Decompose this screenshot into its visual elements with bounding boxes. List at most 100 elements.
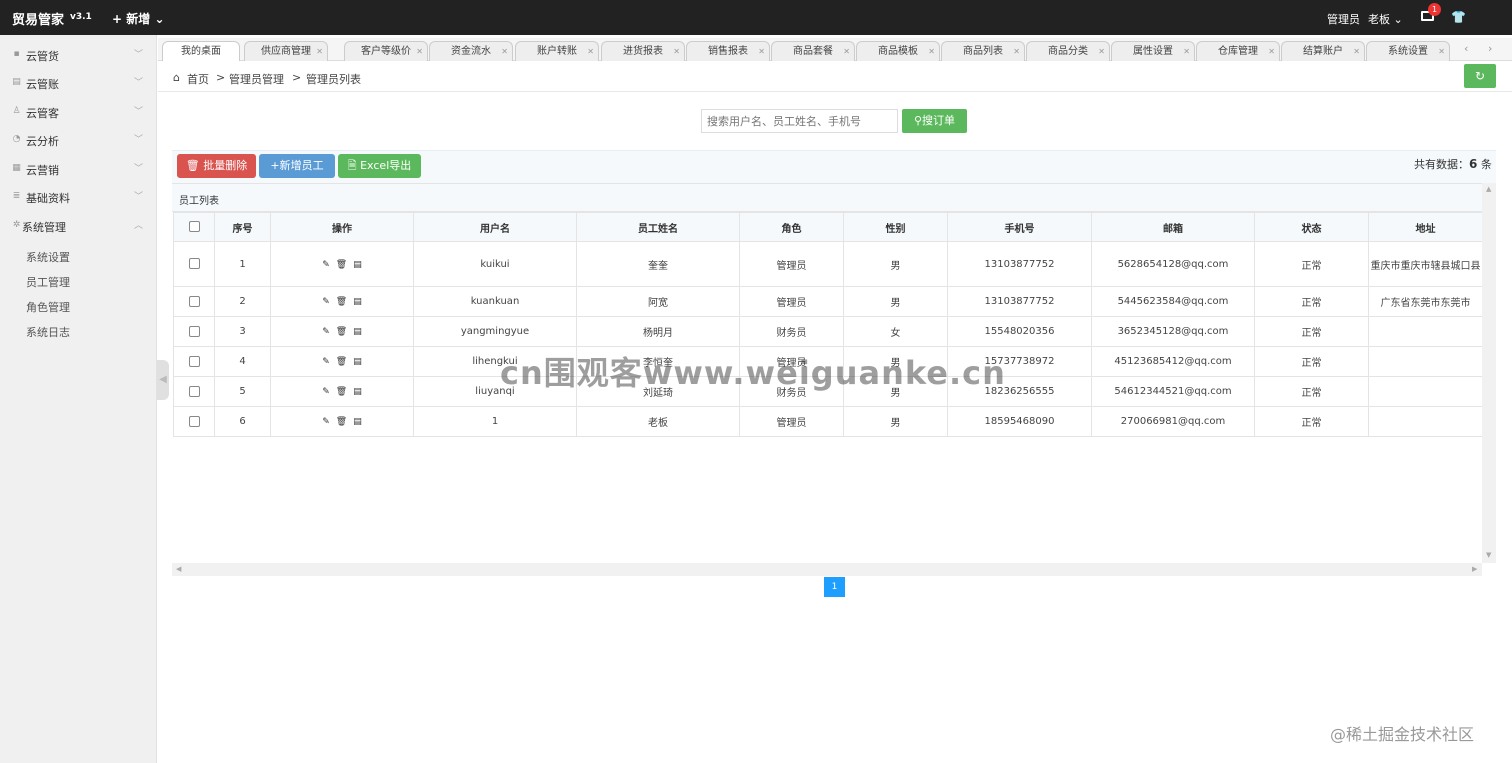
scroll-left-icon[interactable]: ◀	[176, 565, 181, 573]
column-header[interactable]: 地址	[1368, 212, 1483, 242]
column-header[interactable]: 邮箱	[1091, 212, 1255, 242]
user-menu[interactable]: 老板 ⌄	[1368, 11, 1403, 27]
tab-system-settings[interactable]: 系统设置 ✕	[1366, 41, 1450, 61]
detail-icon[interactable]: ▤	[353, 297, 362, 307]
tab-product-list[interactable]: 商品列表 ✕	[941, 41, 1025, 61]
close-icon[interactable]: ✕	[843, 42, 850, 61]
tab-warehouse[interactable]: 仓库管理 ✕	[1196, 41, 1280, 61]
horizontal-scrollbar[interactable]: ◀ ▶	[172, 563, 1482, 576]
chevron-up-icon: ︿	[134, 221, 144, 231]
row-checkbox[interactable]	[188, 295, 200, 307]
edit-icon[interactable]: ✎	[322, 260, 330, 270]
add-staff-button[interactable]: +新增员工	[259, 154, 335, 178]
close-icon[interactable]: ✕	[501, 42, 508, 61]
trash-icon[interactable]: 🗑	[336, 417, 347, 427]
sidebar-item-basic-data[interactable]: ≣ 基础资料 ﹀	[0, 183, 157, 211]
tab-product-category[interactable]: 商品分类 ✕	[1026, 41, 1110, 61]
search-button[interactable]: ⚲搜订单	[902, 109, 967, 133]
tab-customer-price[interactable]: 客户等级价 ✕	[344, 41, 428, 61]
scroll-down-icon[interactable]: ▼	[1486, 551, 1491, 559]
sidebar-collapse-handle[interactable]: ◀	[157, 360, 169, 400]
watermark-corner: @稀土掘金技术社区	[1330, 725, 1475, 744]
submenu-system-settings[interactable]: 系统设置	[26, 249, 70, 265]
breadcrumb-admin-management[interactable]: 管理员管理	[229, 71, 284, 87]
close-icon[interactable]: ✕	[1353, 42, 1360, 61]
chevron-down-icon: ⌄	[1393, 13, 1403, 26]
row-checkbox[interactable]	[188, 385, 200, 397]
search-input[interactable]	[701, 109, 898, 133]
breadcrumb-home[interactable]: 首页	[187, 71, 209, 87]
close-icon[interactable]: ✕	[758, 42, 765, 61]
close-icon[interactable]: ✕	[1268, 42, 1275, 61]
tab-sales-report[interactable]: 销售报表 ✕	[686, 41, 770, 61]
sidebar-item-inventory[interactable]: ▪ 云管货 ﹀	[0, 41, 157, 69]
submenu-role-management[interactable]: 角色管理	[26, 299, 70, 315]
select-all-checkbox[interactable]	[188, 221, 200, 233]
trash-icon[interactable]: 🗑	[336, 260, 347, 270]
row-checkbox[interactable]	[188, 355, 200, 367]
tab-scroll-right-icon[interactable]: ›	[1488, 42, 1492, 55]
edit-icon[interactable]: ✎	[322, 297, 330, 307]
submenu-system-log[interactable]: 系统日志	[26, 324, 70, 340]
sidebar-item-accounts[interactable]: ▤ 云管账 ﹀	[0, 69, 157, 97]
excel-export-button[interactable]: 🗎 Excel导出	[338, 154, 421, 178]
tab-scroll-left-icon[interactable]: ‹	[1464, 42, 1468, 55]
detail-icon[interactable]: ▤	[353, 417, 362, 427]
close-icon[interactable]: ✕	[673, 42, 680, 61]
column-header[interactable]: 用户名	[413, 212, 577, 242]
vertical-scrollbar[interactable]: ▲ ▼	[1482, 183, 1496, 563]
tab-settlement-accounts[interactable]: 结算账户 ✕	[1281, 41, 1365, 61]
pagination-current-page[interactable]: 1	[824, 577, 845, 597]
edit-icon[interactable]: ✎	[322, 327, 330, 337]
close-icon[interactable]: ✕	[1183, 42, 1190, 61]
detail-icon[interactable]: ▤	[353, 260, 362, 270]
tab-transfer[interactable]: 账户转账 ✕	[515, 41, 599, 61]
cell-username: kuankuan	[413, 286, 577, 317]
tab-cashflow[interactable]: 资金流水 ✕	[429, 41, 513, 61]
sidebar-item-marketing[interactable]: ▦ 云营销 ﹀	[0, 155, 157, 183]
tab-suppliers[interactable]: 供应商管理 ✕	[244, 41, 328, 61]
scroll-up-icon[interactable]: ▲	[1486, 185, 1491, 193]
edit-icon[interactable]: ✎	[322, 387, 330, 397]
tab-product-template[interactable]: 商品模板 ✕	[856, 41, 940, 61]
edit-icon[interactable]: ✎	[322, 357, 330, 367]
submenu-staff-management[interactable]: 员工管理	[26, 274, 70, 290]
close-icon[interactable]: ✕	[1013, 42, 1020, 61]
column-header[interactable]: 员工姓名	[576, 212, 740, 242]
column-header[interactable]: 性别	[843, 212, 948, 242]
close-icon[interactable]: ✕	[1098, 42, 1105, 61]
close-icon[interactable]: ✕	[1438, 42, 1445, 61]
close-icon[interactable]: ✕	[928, 42, 935, 61]
trash-icon[interactable]: 🗑	[336, 387, 347, 397]
sidebar-item-system[interactable]: ✲ 系统管理 ︿	[0, 212, 157, 240]
new-menu-button[interactable]: + 新增 ⌄	[112, 10, 165, 27]
sidebar-item-customers[interactable]: ♙ 云管客 ﹀	[0, 98, 157, 126]
trash-icon[interactable]: 🗑	[336, 327, 347, 337]
row-checkbox[interactable]	[188, 258, 200, 270]
scroll-right-icon[interactable]: ▶	[1472, 565, 1477, 573]
detail-icon[interactable]: ▤	[353, 357, 362, 367]
close-icon[interactable]: ✕	[416, 42, 423, 61]
batch-delete-button[interactable]: 🗑 批量删除	[177, 154, 256, 178]
refresh-button[interactable]: ↻	[1464, 64, 1496, 88]
tab-purchase-report[interactable]: 进货报表 ✕	[601, 41, 685, 61]
row-checkbox[interactable]	[188, 325, 200, 337]
tab-attributes[interactable]: 属性设置 ✕	[1111, 41, 1195, 61]
tab-product-bundle[interactable]: 商品套餐 ✕	[771, 41, 855, 61]
sidebar-item-analysis[interactable]: ◔ 云分析 ﹀	[0, 126, 157, 154]
edit-icon[interactable]: ✎	[322, 417, 330, 427]
tab-desktop[interactable]: 我的桌面	[162, 41, 240, 61]
new-menu-label: 新增	[126, 12, 151, 26]
trash-icon: 🗑	[185, 159, 200, 172]
column-header[interactable]: 状态	[1254, 212, 1369, 242]
row-checkbox[interactable]	[188, 415, 200, 427]
detail-icon[interactable]: ▤	[353, 387, 362, 397]
close-icon[interactable]: ✕	[587, 42, 594, 61]
column-header[interactable]: 手机号	[947, 212, 1092, 242]
close-icon[interactable]: ✕	[316, 42, 323, 61]
detail-icon[interactable]: ▤	[353, 327, 362, 337]
theme-shirt-icon[interactable]: 👕	[1451, 10, 1466, 24]
trash-icon[interactable]: 🗑	[336, 357, 347, 367]
trash-icon[interactable]: 🗑	[336, 297, 347, 307]
column-header[interactable]: 角色	[739, 212, 844, 242]
